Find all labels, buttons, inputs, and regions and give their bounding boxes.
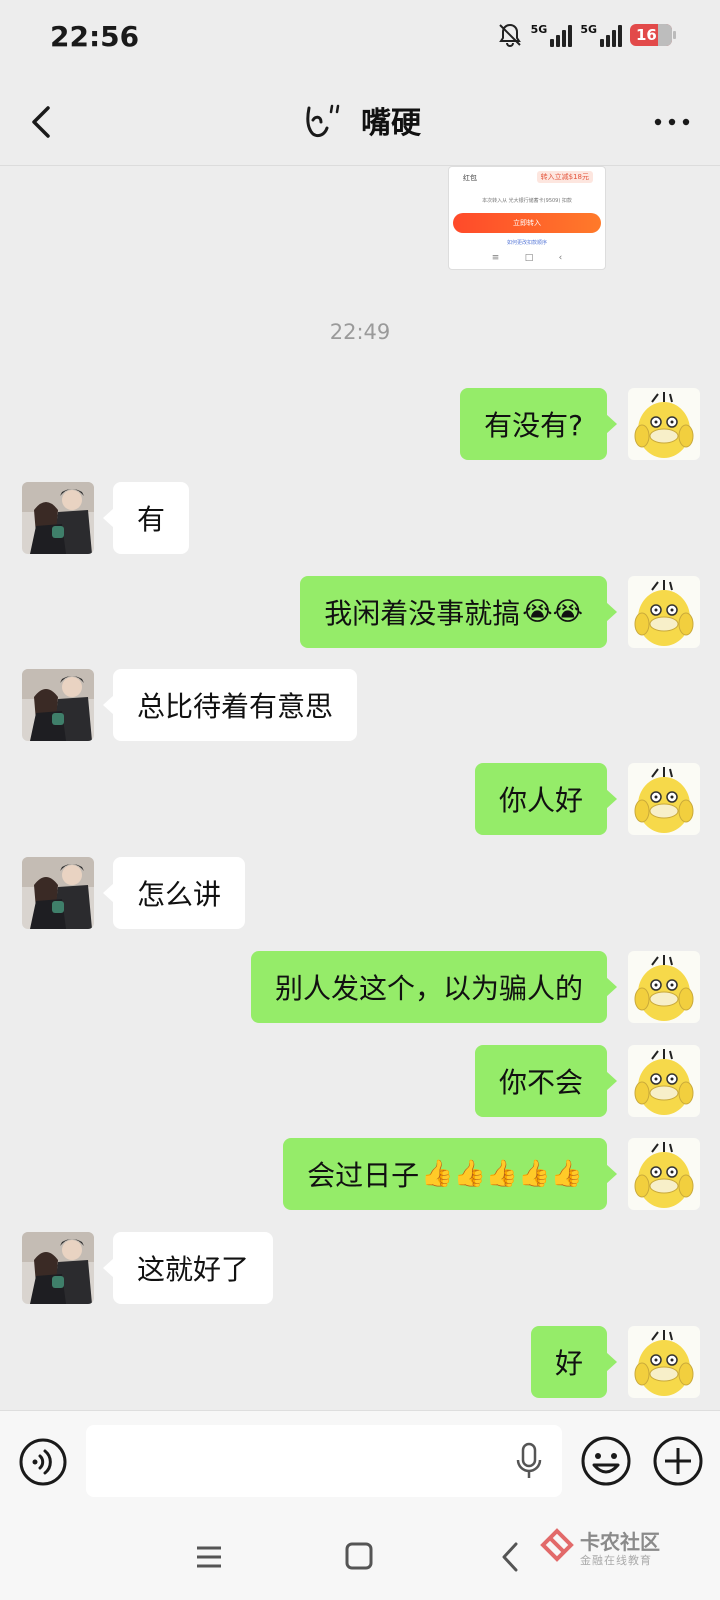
- status-bar: 22:56 5G 5G 16: [0, 0, 720, 80]
- message-text: 怎么讲: [137, 878, 222, 911]
- input-bar: [0, 1410, 720, 1520]
- message-text: 会过日子: [307, 1159, 420, 1192]
- my-message: 你人好: [0, 763, 720, 835]
- message-emoji: 😭😭: [522, 597, 583, 627]
- more-options-icon[interactable]: [652, 110, 692, 134]
- image-line: 本次转入从 光大银行储蓄卡(9509) 扣款: [482, 198, 572, 204]
- message-text: 别人发这个，以为骗人的: [274, 972, 583, 1005]
- message-text: 总比待着有意思: [137, 690, 334, 723]
- chat-title: 嘴硬: [361, 106, 421, 141]
- watermark-subtitle: 金融在线教育: [580, 1554, 652, 1567]
- chat-header: 嘴硬: [0, 80, 720, 166]
- image-nav: ≡ □ ‹: [491, 253, 563, 263]
- message-bubble[interactable]: 好: [530, 1326, 618, 1398]
- mute-bell-icon: [498, 23, 521, 47]
- message-text: 我闲着没事就搞: [324, 597, 521, 630]
- contact-avatar[interactable]: [22, 857, 94, 929]
- nav-back-icon[interactable]: [498, 1540, 522, 1574]
- chat-messages[interactable]: 红包 转入立减$18元 本次转入从 光大银行储蓄卡(9509) 扣款 立即转入 …: [0, 166, 720, 1410]
- status-icons: 5G 5G 16: [497, 22, 676, 48]
- my-message: 你不会: [0, 1045, 720, 1117]
- message-bubble[interactable]: 有: [102, 482, 190, 554]
- message-text: 有没有?: [484, 409, 583, 442]
- message-bubble[interactable]: 总比待着有意思: [102, 669, 358, 741]
- battery-icon: 16: [630, 24, 676, 46]
- image-label: 红包: [463, 174, 477, 182]
- recent-apps-icon[interactable]: [194, 1542, 224, 1572]
- battery-level: 16: [636, 26, 657, 44]
- contact-message: 这就好了: [0, 1232, 720, 1304]
- message-text: 你不会: [498, 1066, 583, 1099]
- message-bubble[interactable]: 怎么讲: [102, 857, 246, 929]
- signal-icon-1: 5G: [531, 23, 573, 47]
- message-timestamp: 22:49: [329, 320, 391, 344]
- my-avatar[interactable]: [628, 1326, 700, 1398]
- emoji-icon[interactable]: [580, 1435, 632, 1487]
- network-label-1: 5G: [530, 23, 548, 36]
- image-message[interactable]: 红包 转入立减$18元 本次转入从 光大银行储蓄卡(9509) 扣款 立即转入 …: [448, 166, 606, 270]
- watermark: 卡农社区 金融在线教育: [540, 1524, 690, 1574]
- my-avatar[interactable]: [628, 1045, 700, 1117]
- home-icon[interactable]: [344, 1540, 374, 1572]
- my-message: 别人发这个，以为骗人的: [0, 951, 720, 1023]
- message-text: 好: [554, 1347, 583, 1380]
- voice-input-icon[interactable]: [18, 1437, 68, 1487]
- image-button: 立即转入: [453, 213, 601, 233]
- my-avatar[interactable]: [628, 951, 700, 1023]
- watermark-logo-icon: [540, 1528, 574, 1562]
- message-bubble[interactable]: 有没有?: [460, 388, 617, 460]
- my-message: 会过日子 👍👍👍👍👍: [0, 1138, 720, 1210]
- message-input[interactable]: [86, 1425, 562, 1497]
- contact-message: 总比待着有意思: [0, 669, 720, 741]
- message-bubble[interactable]: 这就好了: [102, 1232, 274, 1304]
- contact-avatar[interactable]: [22, 1232, 94, 1304]
- message-text: 你人好: [498, 784, 583, 817]
- my-avatar[interactable]: [628, 576, 700, 648]
- title-area: 嘴硬: [0, 98, 720, 142]
- my-avatar[interactable]: [628, 1138, 700, 1210]
- message-text: 这就好了: [137, 1253, 250, 1286]
- image-link: 如何更改扣款顺序: [506, 240, 547, 246]
- message-bubble[interactable]: 我闲着没事就搞 😭😭: [300, 576, 617, 648]
- microphone-icon[interactable]: [514, 1441, 544, 1481]
- message-bubble[interactable]: 会过日子 👍👍👍👍👍: [283, 1138, 617, 1210]
- system-nav-bar: 卡农社区 金融在线教育: [0, 1520, 720, 1600]
- my-avatar[interactable]: [628, 388, 700, 460]
- message-bubble[interactable]: 你不会: [474, 1045, 618, 1117]
- status-time: 22:56: [50, 20, 140, 53]
- add-icon[interactable]: [652, 1435, 704, 1487]
- message-bubble[interactable]: 别人发这个，以为骗人的: [250, 951, 618, 1023]
- contact-avatar[interactable]: [22, 669, 94, 741]
- message-text: 有: [137, 503, 166, 536]
- signal-icon-2: 5G: [580, 23, 622, 47]
- message-emoji: 👍👍👍👍👍: [421, 1159, 583, 1189]
- contact-avatar[interactable]: [22, 482, 94, 554]
- my-avatar[interactable]: [628, 763, 700, 835]
- my-message: 我闲着没事就搞 😭😭: [0, 576, 720, 648]
- image-tag: 转入立减$18元: [536, 171, 593, 183]
- ear-icon: [306, 104, 340, 138]
- contact-message: 怎么讲: [0, 857, 720, 929]
- contact-message: 有: [0, 482, 720, 554]
- my-message: 有没有?: [0, 388, 720, 460]
- watermark-title: 卡农社区: [580, 1530, 660, 1554]
- network-label-2: 5G: [580, 23, 597, 36]
- my-message: 好: [0, 1326, 720, 1398]
- message-bubble[interactable]: 你人好: [474, 763, 618, 835]
